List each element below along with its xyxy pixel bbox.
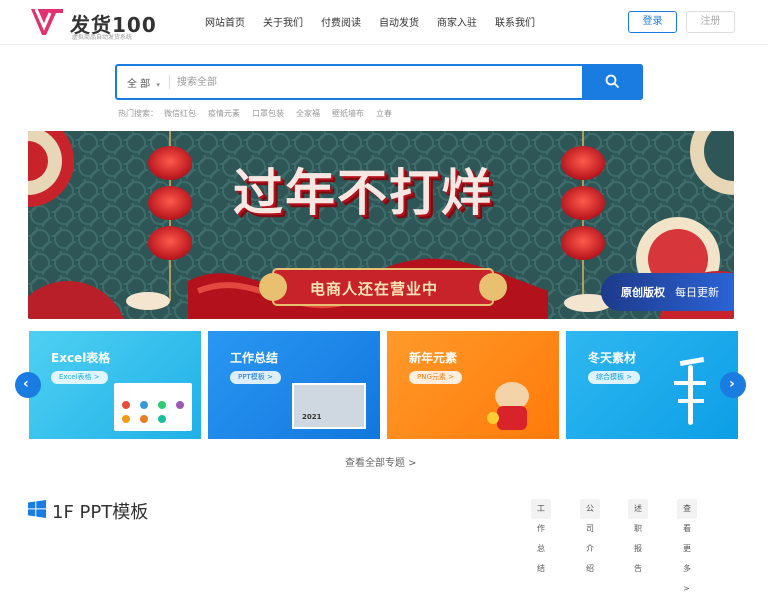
carousel-next-button[interactable]: › [720,372,746,398]
logo-icon [31,8,63,35]
banner-headline: 过年不打烊 [233,163,493,222]
hot-search-item[interactable]: 口罩包装 [252,108,284,119]
section-tag[interactable]: 述职报告 [628,499,648,573]
topic-card-excel[interactable]: Excel表格 Excel表格 > [29,331,201,439]
chevron-down-icon: ▾ [156,81,160,89]
nav-auto-delivery[interactable]: 自动发货 [379,14,419,29]
search-category-select[interactable]: 全 部 ▾ [127,75,160,90]
section-tag[interactable]: 工作总结 [531,499,551,573]
topic-card-new-year[interactable]: 新年元素 PNG元素 > [387,331,559,439]
search-input[interactable] [177,71,577,93]
search-divider [169,75,170,89]
search-category-label: 全 部 [127,79,151,90]
card-title: Excel表格 [51,351,111,365]
topic-card-work-summary[interactable]: 工作总结 PPT模板 > 2021 [208,331,380,439]
nav-merchant-join[interactable]: 商家入驻 [437,14,477,29]
hot-search-item[interactable]: 壁纸墙布 [332,108,364,119]
chevron-left-icon: ‹ [23,376,29,392]
site-logo[interactable]: 发货100 虚拟商品自动发货系统 [30,7,160,41]
main-nav: 网站首页 关于我们 付费阅读 自动发货 商家入驻 联系我们 [205,14,553,29]
hot-search-item[interactable]: 全家福 [296,108,320,119]
chevron-right-icon: › [729,376,735,392]
banner-badge-daily: 每日更新 [675,286,719,299]
hot-search-item[interactable]: 立春 [376,108,392,119]
nav-about[interactable]: 关于我们 [263,14,303,29]
carousel-prev-button[interactable]: ‹ [15,372,41,398]
nav-contact[interactable]: 联系我们 [495,14,535,29]
section-tag[interactable]: 公司介绍 [580,499,600,573]
banner-badge-original: 原创版权 [621,286,665,299]
view-all-topics-link[interactable]: 查看全部专题 > [345,454,417,469]
card-title: 新年元素 [409,351,458,365]
ox-illustration [487,376,539,432]
card-pill[interactable]: Excel表格 > [51,371,108,384]
hot-search-item[interactable]: 疫情元素 [208,108,240,119]
banner-subline: 电商人还在营业中 [310,280,439,298]
nav-paid-reading[interactable]: 付费阅读 [321,14,361,29]
ppt-preview: 2021 [292,383,366,429]
search-button[interactable] [582,64,643,100]
card-title: 工作总结 [230,351,279,365]
topic-card-winter[interactable]: 冬天素材 综合模板 > [566,331,738,439]
card-pill[interactable]: PPT模板 > [230,371,281,384]
login-button[interactable]: 登录 [628,11,677,33]
excel-preview [114,383,192,431]
hero-banner[interactable]: 过年不打烊 电商人还在营业中 原创版权 每日更新 [28,131,734,319]
hot-search-label: 热门搜索： [118,109,158,118]
top-header: 发货100 虚拟商品自动发货系统 网站首页 关于我们 付费阅读 自动发货 商家入… [0,0,768,45]
year-label: 2021 [302,413,322,421]
banner-badge: 原创版权 每日更新 [601,273,734,311]
section-title: 1F PPT模板 [28,498,148,524]
card-pill[interactable]: 综合模板 > [588,371,641,384]
card-pill[interactable]: PNG元素 > [409,371,462,384]
section-title-text: 1F PPT模板 [52,502,149,523]
hot-searches: 热门搜索： 微信红包 疫情元素 口罩包装 全家福 壁纸墙布 立春 [118,108,404,119]
card-title: 冬天素材 [588,351,637,365]
search-icon [605,74,619,88]
nav-home[interactable]: 网站首页 [205,14,245,29]
logo-subtitle: 虚拟商品自动发货系统 [72,34,133,41]
snow-calligraphy [674,356,708,429]
view-more-link[interactable]: 查看更多 > [677,499,697,593]
hot-search-item[interactable]: 微信红包 [164,108,196,119]
register-button[interactable]: 注册 [686,11,735,33]
search-box: 全 部 ▾ [115,64,643,100]
